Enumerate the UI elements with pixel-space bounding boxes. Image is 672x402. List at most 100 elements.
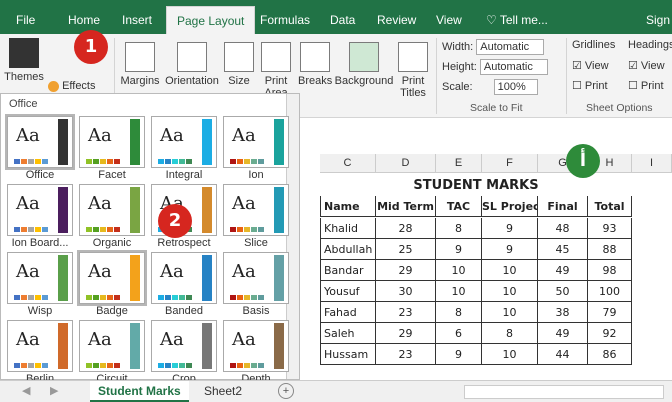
table-cell[interactable]: 10 [436, 260, 482, 281]
table-cell[interactable]: 49 [538, 260, 588, 281]
table-cell[interactable]: 50 [538, 281, 588, 302]
table-cell[interactable]: 29 [376, 260, 436, 281]
print-titles-button[interactable]: Print Titles [398, 42, 428, 99]
tell-me-search[interactable]: ♡ Tell me... [486, 0, 548, 34]
table-cell[interactable]: 8 [436, 218, 482, 239]
gridlines-print-check[interactable]: ☐ Print [572, 79, 608, 92]
table-cell[interactable]: 10 [436, 281, 482, 302]
table-cell[interactable]: 10 [482, 281, 538, 302]
theme-thumb-crop[interactable]: Aa [151, 320, 217, 372]
scroll-right-icon[interactable]: ▶ [50, 384, 58, 397]
sheet-tab-student-marks[interactable]: Student Marks [90, 381, 189, 402]
table-cell[interactable]: 9 [436, 239, 482, 260]
table-title[interactable]: STUDENT MARKS [320, 175, 632, 196]
background-button[interactable]: Background [334, 42, 394, 87]
theme-thumb-banded[interactable]: Aa [151, 252, 217, 304]
theme-thumb-facet[interactable]: Aa [79, 116, 145, 168]
theme-thumb-basis[interactable]: Aa [223, 252, 289, 304]
headings-print-check[interactable]: ☐ Print [628, 79, 664, 92]
table-cell[interactable]: Fahad [320, 302, 376, 323]
table-header-cell[interactable]: Name [320, 196, 376, 217]
tab-file[interactable]: File [16, 0, 35, 34]
theme-thumb-berlin[interactable]: Aa [7, 320, 73, 372]
tab-view[interactable]: View [436, 0, 462, 34]
table-header-cell[interactable]: Mid Term [376, 196, 436, 217]
gridlines-view-check[interactable]: ☑ View [572, 59, 609, 72]
theme-thumb-integral[interactable]: Aa [151, 116, 217, 168]
print-area-button[interactable]: Print Area [258, 42, 294, 99]
column-header[interactable]: E [436, 154, 482, 173]
table-cell[interactable]: 9 [436, 344, 482, 365]
scroll-left-icon[interactable]: ◀ [22, 384, 30, 397]
table-cell[interactable]: 30 [376, 281, 436, 302]
column-header[interactable]: C [320, 154, 376, 173]
table-cell[interactable]: 93 [588, 218, 632, 239]
tab-formulas[interactable]: Formulas [260, 0, 310, 34]
table-cell[interactable]: 38 [538, 302, 588, 323]
sheet-tab-sheet2[interactable]: Sheet2 [196, 381, 250, 402]
effects-button[interactable]: Effects [48, 80, 96, 92]
table-cell[interactable]: 100 [588, 281, 632, 302]
theme-thumb-badge[interactable]: Aa [77, 250, 147, 306]
table-cell[interactable]: 25 [376, 239, 436, 260]
column-header[interactable]: I [632, 154, 672, 173]
margins-button[interactable]: Margins [118, 42, 162, 87]
theme-thumb-slice[interactable]: Aa [223, 184, 289, 236]
height-combo[interactable]: Automatic [479, 59, 548, 75]
theme-thumb-office[interactable]: Aa [5, 114, 75, 170]
table-cell[interactable]: 8 [436, 302, 482, 323]
table-cell[interactable]: 49 [538, 323, 588, 344]
table-cell[interactable]: Bandar [320, 260, 376, 281]
column-header[interactable]: F [482, 154, 538, 173]
table-cell[interactable]: Hussam [320, 344, 376, 365]
tab-review[interactable]: Review [377, 0, 416, 34]
tab-page-layout[interactable]: Page Layout [166, 6, 256, 34]
table-cell[interactable]: 86 [588, 344, 632, 365]
table-cell[interactable]: 44 [538, 344, 588, 365]
table-cell[interactable]: 29 [376, 323, 436, 344]
orientation-button[interactable]: Orientation [164, 42, 220, 87]
breaks-button[interactable]: Breaks [298, 42, 332, 87]
width-combo[interactable]: Automatic [476, 39, 545, 55]
theme-thumb-depth[interactable]: Aa [223, 320, 289, 372]
table-cell[interactable]: Khalid [320, 218, 376, 239]
table-cell[interactable]: 48 [538, 218, 588, 239]
tab-data[interactable]: Data [330, 0, 355, 34]
theme-thumb-organic[interactable]: Aa [79, 184, 145, 236]
table-header-cell[interactable]: TAC [436, 196, 482, 217]
size-button[interactable]: Size [224, 42, 254, 87]
tab-insert[interactable]: Insert [122, 0, 152, 34]
table-cell[interactable]: 9 [482, 239, 538, 260]
table-cell[interactable]: 23 [376, 302, 436, 323]
sign-in-link[interactable]: Sign i [646, 0, 672, 34]
headings-view-check[interactable]: ☑ View [628, 59, 665, 72]
table-header-cell[interactable]: Final [538, 196, 588, 217]
table-header-cell[interactable]: SL Project [482, 196, 538, 217]
theme-thumb-ion[interactable]: Aa [223, 116, 289, 168]
theme-thumb-ionboard[interactable]: Aa [7, 184, 73, 236]
scale-spinner[interactable]: 100% [493, 79, 538, 95]
add-sheet-icon[interactable]: + [278, 383, 294, 399]
table-cell[interactable]: 92 [588, 323, 632, 344]
table-cell[interactable]: 9 [482, 218, 538, 239]
table-cell[interactable]: 6 [436, 323, 482, 344]
worksheet-grid[interactable]: C D E F G H I STUDENT MARKS Name Mid Term… [300, 118, 672, 380]
table-cell[interactable]: 45 [538, 239, 588, 260]
table-header-cell[interactable]: Total [588, 196, 632, 217]
table-cell[interactable]: 79 [588, 302, 632, 323]
tab-home[interactable]: Home [68, 0, 100, 34]
table-cell[interactable]: 23 [376, 344, 436, 365]
table-cell[interactable]: 98 [588, 260, 632, 281]
theme-thumb-wisp[interactable]: Aa [7, 252, 73, 304]
table-cell[interactable]: 10 [482, 260, 538, 281]
table-cell[interactable]: Saleh [320, 323, 376, 344]
table-cell[interactable]: 8 [482, 323, 538, 344]
table-cell[interactable]: 28 [376, 218, 436, 239]
themes-button[interactable]: Themes [4, 38, 44, 83]
table-cell[interactable]: 10 [482, 344, 538, 365]
table-cell[interactable]: 88 [588, 239, 632, 260]
horizontal-scrollbar[interactable] [464, 385, 664, 399]
table-cell[interactable]: 10 [482, 302, 538, 323]
table-cell[interactable]: Yousuf [320, 281, 376, 302]
theme-thumb-circuit[interactable]: Aa [79, 320, 145, 372]
